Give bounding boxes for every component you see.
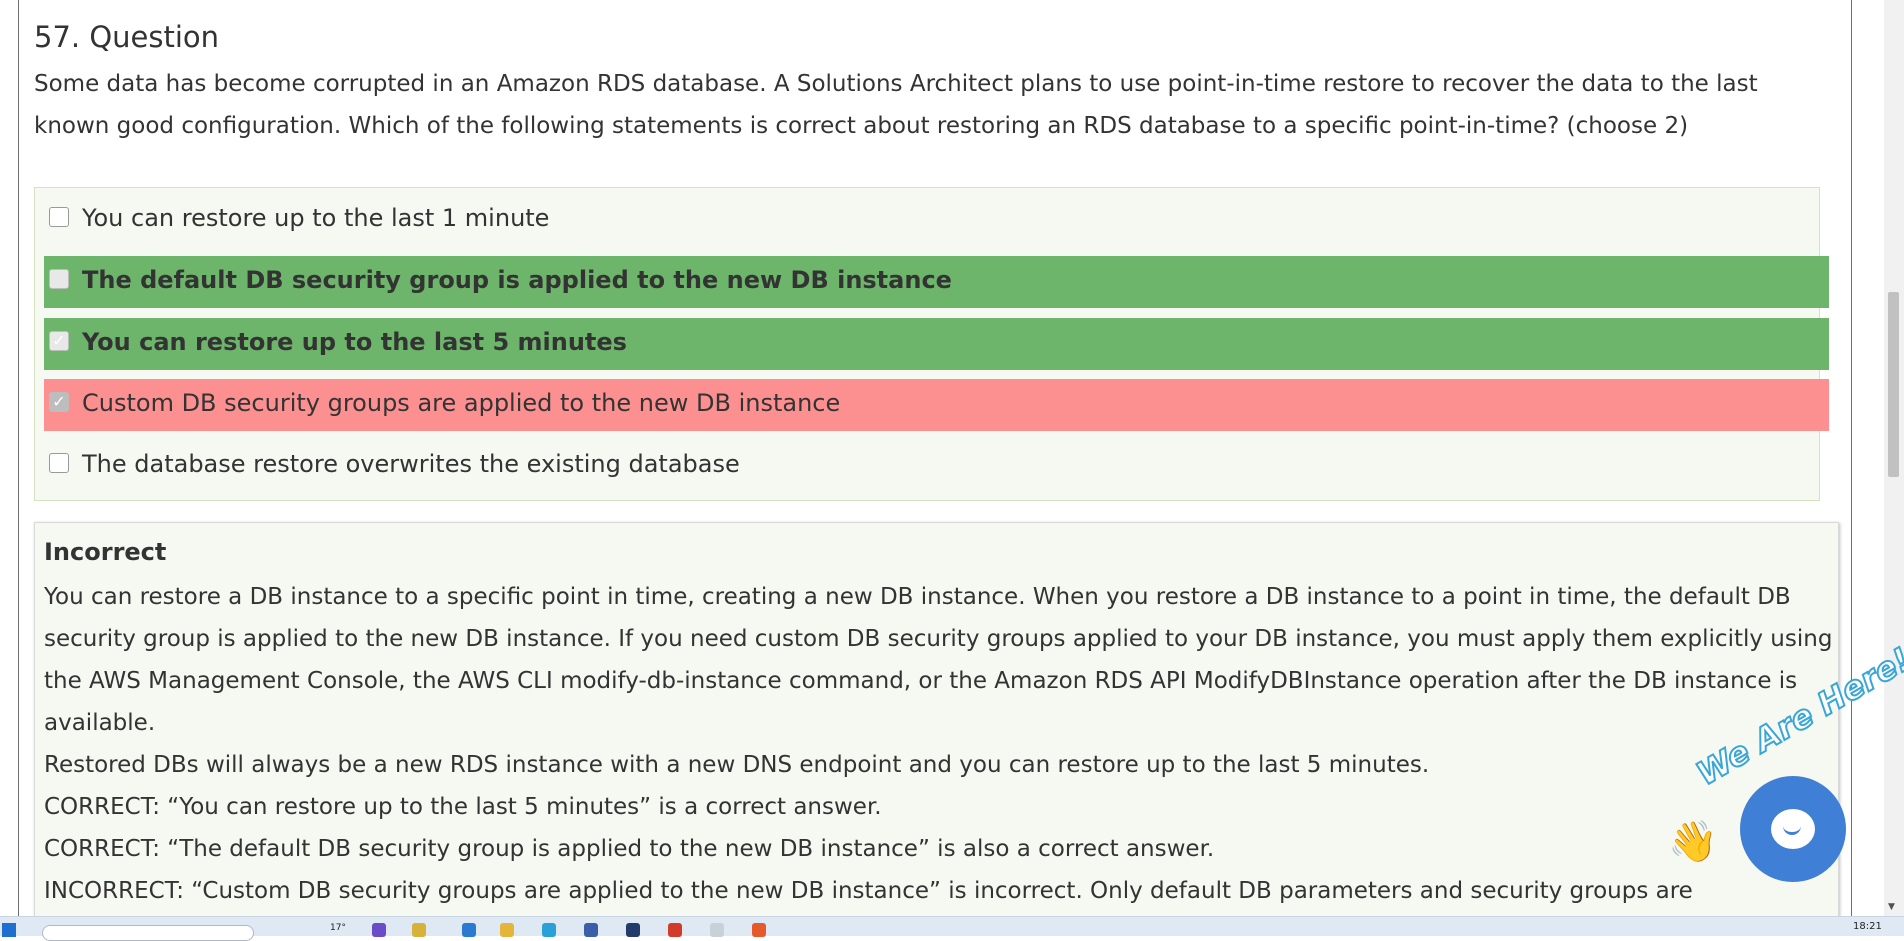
app-icon[interactable] [710,923,724,937]
explanation-panel: Incorrect You can restore a DB instance … [34,522,1839,916]
answer-option-5[interactable]: The database restore overwrites the exis… [44,440,1829,492]
checkbox-checked[interactable]: ✓ [49,331,69,351]
app-icon[interactable] [584,923,598,937]
answer-label: You can restore up to the last 5 minutes [82,328,627,356]
answer-option-3[interactable]: ✓ You can restore up to the last 5 minut… [44,318,1829,370]
app-icon[interactable] [462,923,476,937]
folder-icon[interactable] [500,923,514,937]
checkbox[interactable] [49,453,69,473]
explanation-paragraph: CORRECT: “You can restore up to the last… [44,794,882,820]
app-icon[interactable] [412,923,426,937]
app-icon[interactable] [542,923,556,937]
question-title: 57. Question [34,20,220,54]
scrollbar-thumb[interactable] [1888,292,1899,477]
explanation-body: You can restore a DB instance to a speci… [44,576,1834,912]
answer-list: You can restore up to the last 1 minute … [34,187,1829,501]
answer-option-2[interactable]: The default DB security group is applied… [44,256,1829,308]
weather-temperature[interactable]: 17° [330,923,346,933]
explanation-paragraph: Restored DBs will always be a new RDS in… [44,752,1430,778]
app-icon[interactable] [626,923,640,937]
app-icon[interactable] [372,923,386,937]
explanation-paragraph: INCORRECT: “Custom DB security groups ar… [44,878,1693,904]
answer-label: You can restore up to the last 1 minute [82,204,550,232]
clock[interactable]: 18:21 [1853,921,1882,932]
answer-option-4[interactable]: ✓ Custom DB security groups are applied … [44,379,1829,431]
question-text: Some data has become corrupted in an Ama… [34,71,1758,139]
waving-hand-icon: 👋 [1668,819,1718,865]
taskbar-search-box[interactable] [42,925,254,941]
answer-option-1[interactable]: You can restore up to the last 1 minute [44,194,1829,246]
scroll-down-arrow-icon[interactable]: ▼ [1888,902,1895,912]
answer-label: The default DB security group is applied… [82,266,952,294]
checkbox[interactable] [49,207,69,227]
chat-button[interactable] [1740,776,1846,882]
explanation-paragraph: You can restore a DB instance to a speci… [44,584,1833,736]
windows-start-icon[interactable] [2,923,16,937]
answer-label: Custom DB security groups are applied to… [82,389,841,417]
answer-label: The database restore overwrites the exis… [82,450,740,478]
chat-icon [1771,809,1815,849]
result-heading: Incorrect [44,538,167,566]
checkbox-checked[interactable]: ✓ [49,392,69,412]
quiz-page: 57. Question Some data has become corrup… [18,0,1852,916]
checkbox[interactable] [49,269,69,289]
app-icon[interactable] [752,923,766,937]
taskbar: 17° 18:21 [0,916,1904,941]
vertical-scrollbar[interactable]: ▼ [1884,0,1904,916]
explanation-paragraph: CORRECT: “The default DB security group … [44,836,1215,862]
app-icon[interactable] [668,923,682,937]
